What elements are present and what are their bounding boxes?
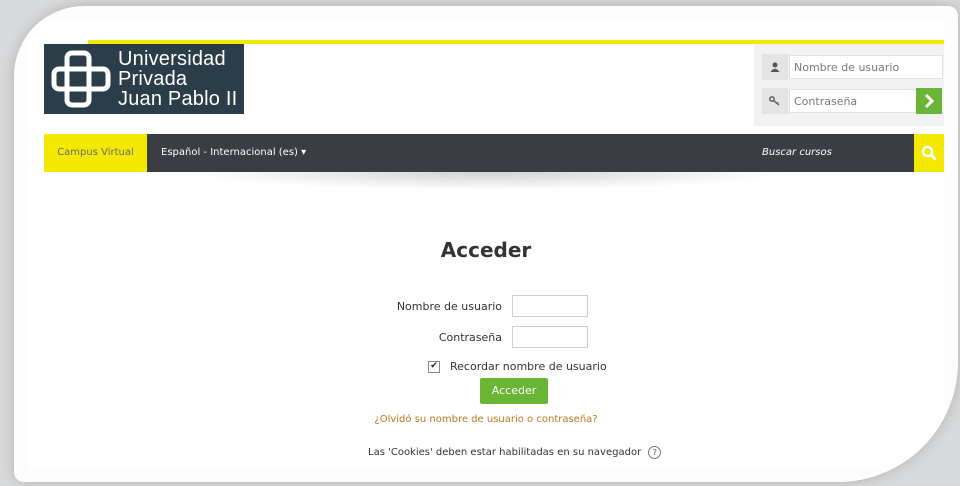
window-frame: Universidad Privada Juan Pablo II Nombre… xyxy=(14,6,958,482)
quick-username-row: Nombre de usuario xyxy=(762,54,943,80)
quick-password-input[interactable]: Contraseña xyxy=(789,89,917,113)
page: Universidad Privada Juan Pablo II Nombre… xyxy=(28,20,944,470)
password-row: Contraseña xyxy=(382,326,588,348)
login-button[interactable]: Acceder xyxy=(480,378,548,404)
navbar-shadow xyxy=(188,172,788,190)
navbar: Campus Virtual Español - Internacional (… xyxy=(44,134,944,172)
password-label: Contraseña xyxy=(438,330,502,344)
username-label: Nombre de usuario xyxy=(396,299,502,313)
cookies-notice-text: Las 'Cookies' deben estar habilitadas en… xyxy=(368,447,642,458)
nav-home-link[interactable]: Campus Virtual xyxy=(44,134,147,172)
help-icon[interactable]: ? xyxy=(648,446,662,459)
quick-login-go-button[interactable] xyxy=(916,88,942,114)
language-menu[interactable]: Español - Internacional (es) ▾ xyxy=(161,134,306,172)
quick-password-row: Contraseña xyxy=(762,88,917,114)
logo-line-2: Privada xyxy=(118,68,188,90)
forgot-credentials-link[interactable]: ¿Olvidó su nombre de usuario o contraseñ… xyxy=(28,414,944,425)
quick-username-input[interactable]: Nombre de usuario xyxy=(789,55,943,79)
cookies-notice: Las 'Cookies' deben estar habilitadas en… xyxy=(368,446,662,459)
logo-line-1: Universidad xyxy=(118,48,226,70)
remember-label: Recordar nombre de usuario xyxy=(450,360,607,373)
password-field[interactable] xyxy=(512,326,588,348)
page-title: Acceder xyxy=(440,238,532,262)
chevron-right-icon xyxy=(924,94,934,108)
user-icon xyxy=(762,54,788,80)
logo-line-3: Juan Pablo II xyxy=(118,88,238,110)
search-icon xyxy=(921,145,937,161)
remember-checkbox[interactable]: ✔ xyxy=(428,360,440,373)
university-logo[interactable]: Universidad Privada Juan Pablo II xyxy=(44,44,244,114)
search-courses-input[interactable]: Buscar cursos xyxy=(762,134,832,172)
logo-emblem-icon xyxy=(51,50,111,108)
search-button[interactable] xyxy=(914,134,944,172)
key-icon xyxy=(762,88,788,114)
username-field[interactable] xyxy=(512,295,588,317)
username-row: Nombre de usuario xyxy=(382,295,588,317)
remember-username: ✔ Recordar nombre de usuario xyxy=(428,360,607,373)
quick-login-panel: Nombre de usuario Contraseña xyxy=(754,44,944,126)
